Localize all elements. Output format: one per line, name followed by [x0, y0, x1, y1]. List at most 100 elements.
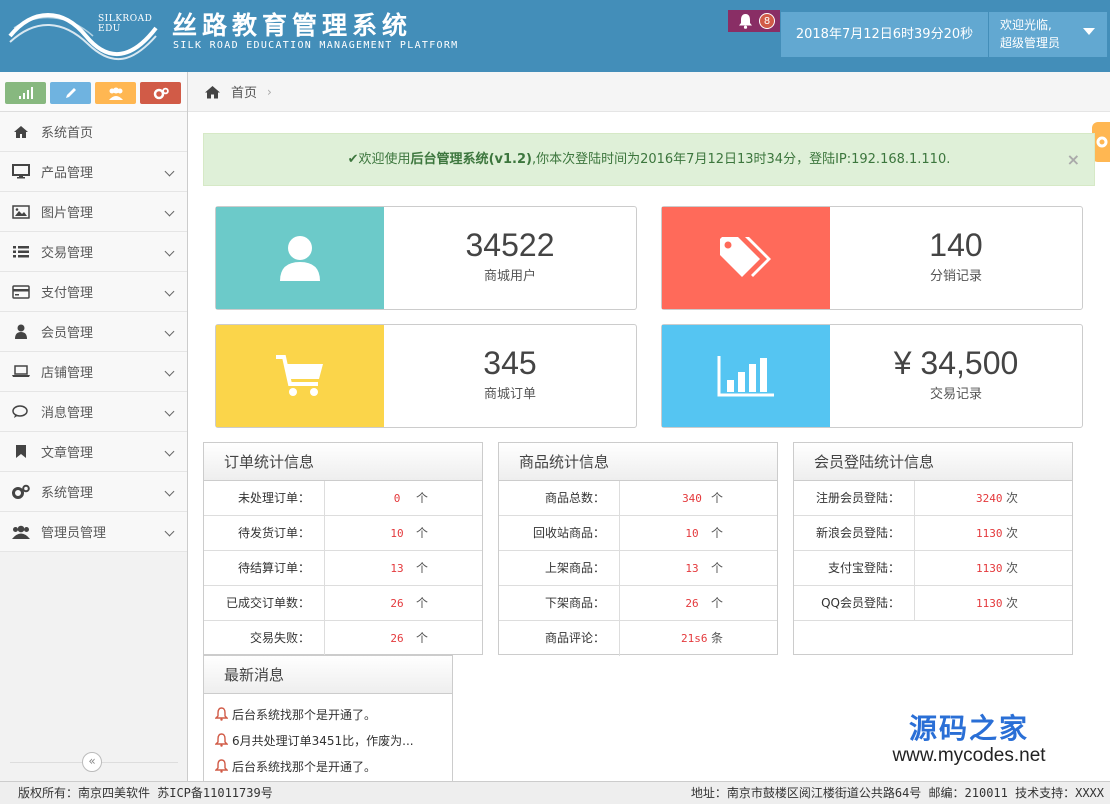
footer-copyright: 版权所有：南京四美软件 苏ICP备11011739号 [18, 786, 273, 800]
row-value: 26 [390, 597, 404, 610]
signal-icon [18, 87, 33, 99]
sidebar-item-label: 会员管理 [41, 326, 94, 341]
bar-chart-icon [662, 325, 830, 427]
user-icon [216, 207, 384, 309]
notification-button[interactable]: 8 [728, 10, 780, 32]
sidebar-item-label: 产品管理 [41, 166, 94, 181]
row-label: 待发货订单： [204, 516, 325, 550]
user-menu[interactable]: 欢迎光临, 超级管理员 [989, 12, 1107, 57]
sidebar-item-label: 交易管理 [41, 246, 94, 261]
shortcut-pencil-button[interactable] [50, 82, 91, 104]
tags-icon [662, 207, 830, 309]
table-row: 回收站商品： 10 个 [499, 516, 777, 551]
sidebar-item-pictures[interactable]: 图片管理 [0, 192, 187, 232]
table-row: QQ会员登陆： 1130 次 [794, 586, 1072, 621]
pencil-icon [65, 88, 76, 98]
stat-card-distribution[interactable]: 140 分销记录 [661, 206, 1083, 310]
bell-icon [215, 707, 228, 721]
list-icon [11, 244, 31, 260]
table-row: 新浪会员登陆： 1130 次 [794, 516, 1072, 551]
logo[interactable]: SILKROAD EDU [8, 6, 168, 66]
row-unit: 条 [711, 631, 724, 645]
row-label: 已成交订单数： [204, 586, 325, 620]
sidebar-collapse-button[interactable]: « [82, 752, 102, 772]
sidebar-item-home[interactable]: 系统首页 [0, 112, 187, 152]
sidebar: 系统首页 产品管理 图片管理 交易管理 支付管理 会员管理 店铺管理 消息管理 … [0, 72, 188, 781]
row-value: 0 [393, 492, 401, 505]
row-value: 1130 [976, 562, 1003, 575]
current-datetime: 2018年7月12日6时39分20秒 [781, 12, 988, 57]
bell-icon [215, 759, 228, 773]
stat-card-transactions[interactable]: ¥ 34,500 交易记录 [661, 324, 1083, 428]
row-unit: 个 [416, 491, 429, 505]
alert-version: (v1.2) [488, 152, 532, 167]
row-label: 注册会员登陆： [794, 481, 915, 515]
app-title: 丝路教育管理系统 [172, 11, 413, 40]
row-label: 商品评论： [499, 621, 620, 656]
table-row: 商品评论： 21s6 条 [499, 621, 777, 656]
news-text: 后台系统找那个是开通了。 [232, 707, 377, 722]
sidebar-item-members[interactable]: 会员管理 [0, 312, 187, 352]
sidebar-item-messages[interactable]: 消息管理 [0, 392, 187, 432]
footer-address: 地址：南京市鼓楼区阅江楼街道公共路64号 邮编：210011 技术支持：XXXX [690, 786, 1104, 800]
row-label: QQ会员登陆： [794, 586, 915, 620]
row-value: 13 [685, 562, 699, 575]
row-value: 1130 [976, 527, 1003, 540]
close-icon[interactable]: × [1067, 134, 1080, 185]
news-text: 6月共处理订单3451比，作废为... [232, 733, 414, 748]
user-icon [11, 324, 31, 340]
list-item[interactable]: 6月共处理订单3451比，作废为... [204, 727, 452, 753]
user-role: 超级管理员 [1000, 36, 1061, 50]
table-row: 注册会员登陆： 3240 次 [794, 481, 1072, 516]
sidebar-item-articles[interactable]: 文章管理 [0, 432, 187, 472]
sidebar-item-system[interactable]: 系统管理 [0, 472, 187, 512]
row-value: 26 [390, 632, 404, 645]
bell-icon [739, 14, 752, 29]
row-unit: 个 [416, 631, 429, 645]
table-row: 下架商品： 26 个 [499, 586, 777, 621]
stat-value: 34522 [465, 227, 555, 263]
chevron-down-icon [164, 486, 175, 497]
order-stats-panel: 订单统计信息 未处理订单： 0 个 待发货订单： 10 个 待结算订单： 13 个 已成交订… [203, 442, 483, 656]
footer: 版权所有：南京四美软件 苏ICP备11011739号 地址：南京市鼓楼区阅江楼街… [0, 781, 1110, 804]
notification-badge: 8 [759, 13, 775, 29]
row-unit: 个 [711, 561, 724, 575]
list-item[interactable]: 后台系统找那个是开通了。 [204, 701, 452, 727]
row-label: 支付宝登陆： [794, 551, 915, 585]
shortcut-signal-button[interactable] [5, 82, 46, 104]
row-unit: 个 [416, 561, 429, 575]
stat-card-orders[interactable]: 345 商城订单 [215, 324, 637, 428]
stat-card-users[interactable]: 34522 商城用户 [215, 206, 637, 310]
row-unit: 个 [416, 526, 429, 540]
latest-news-panel: 最新消息 后台系统找那个是开通了。 6月共处理订单3451比，作废为... 后台… [203, 655, 453, 785]
sidebar-item-payments[interactable]: 支付管理 [0, 272, 187, 312]
chevron-down-icon [164, 366, 175, 377]
panel-title: 最新消息 [204, 656, 452, 694]
product-stats-panel: 商品统计信息 商品总数： 340 个 回收站商品： 10 个 上架商品： 13 个 下架商品… [498, 442, 778, 656]
row-label: 待结算订单： [204, 551, 325, 585]
stat-value: ¥ 34,500 [893, 345, 1019, 381]
row-label: 商品总数： [499, 481, 620, 515]
shortcut-cogs-button[interactable] [140, 82, 181, 104]
gear-icon [1096, 136, 1108, 148]
table-row: 交易失败： 26 个 [204, 621, 482, 656]
news-text: 后台系统找那个是开通了。 [232, 759, 377, 774]
list-item[interactable]: 后台系统找那个是开通了。 [204, 753, 452, 779]
home-icon [205, 85, 220, 98]
row-value: 26 [685, 597, 699, 610]
row-unit: 个 [711, 526, 724, 540]
breadcrumb-home-link[interactable]: 首页 [231, 82, 257, 101]
sidebar-item-label: 系统管理 [41, 486, 94, 501]
sidebar-item-transactions[interactable]: 交易管理 [0, 232, 187, 272]
sidebar-item-stores[interactable]: 店铺管理 [0, 352, 187, 392]
laptop-icon [11, 364, 31, 380]
row-unit: 次 [1006, 596, 1019, 610]
sidebar-item-label: 系统首页 [41, 126, 94, 141]
alert-message: ,你本次登陆时间为2016年7月12日13时34分，登陆IP:192.168.1… [531, 152, 951, 167]
sidebar-item-products[interactable]: 产品管理 [0, 152, 187, 192]
sidebar-item-admins[interactable]: 管理员管理 [0, 512, 187, 552]
alert-prefix: 欢迎使用 [358, 152, 411, 167]
home-icon [11, 124, 31, 140]
app-subtitle: SILK ROAD EDUCATION MANAGEMENT PLATFORM [173, 40, 459, 51]
shortcut-users-button[interactable] [95, 82, 136, 104]
